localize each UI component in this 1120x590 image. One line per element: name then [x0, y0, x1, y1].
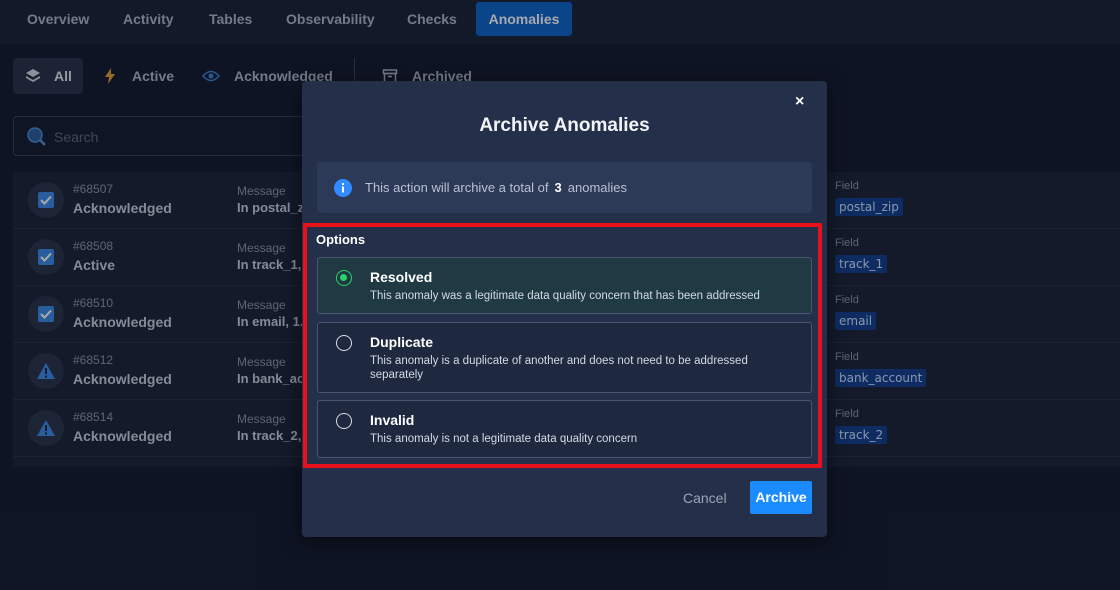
archive-button[interactable]: Archive [750, 481, 812, 514]
option-invalid[interactable]: Invalid This anomaly is not a legitimate… [317, 400, 812, 458]
option-name: Duplicate [370, 334, 434, 350]
info-icon [333, 178, 353, 203]
info-banner: This action will archive a total of 3 anom… [317, 162, 812, 213]
radio-resolved[interactable] [336, 270, 352, 286]
option-name: Invalid [370, 412, 415, 428]
radio-invalid[interactable] [336, 413, 352, 429]
radio-duplicate[interactable] [336, 335, 352, 351]
option-description: This anomaly is a duplicate of another a… [370, 355, 748, 381]
dialog-title: Archive Anomalies [479, 115, 650, 136]
options-label: Options [316, 232, 366, 247]
option-name: Resolved [370, 269, 433, 285]
info-text: This action will archive a total of 3 anom… [365, 180, 628, 195]
close-icon[interactable]: × [795, 93, 804, 111]
archive-count: 3 [554, 180, 562, 195]
option-duplicate[interactable]: Duplicate This anomaly is a duplicate of… [317, 322, 812, 393]
cancel-button[interactable]: Cancel [683, 490, 727, 506]
option-description: This anomaly is not a legitimate data qu… [370, 433, 638, 445]
option-description: This anomaly was a legitimate data quali… [370, 290, 760, 302]
option-resolved[interactable]: Resolved This anomaly was a legitimate d… [317, 257, 812, 314]
archive-anomalies-dialog: × Archive Anomalies This action will arc… [302, 81, 827, 537]
